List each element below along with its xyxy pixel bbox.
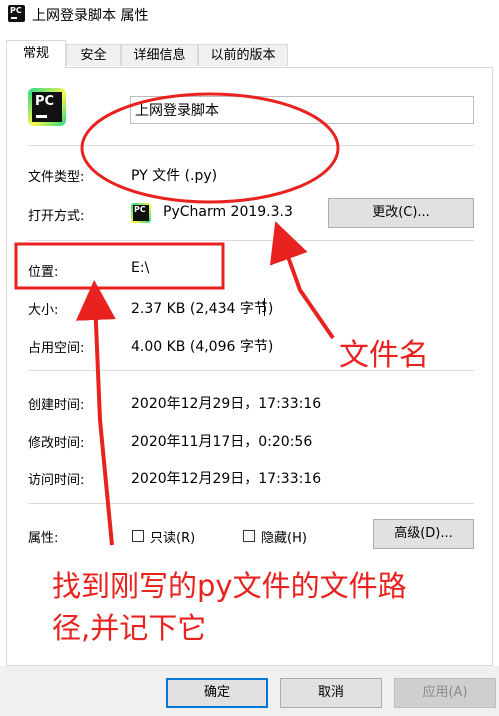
location-value: E:\ [131,260,150,276]
path-annotation-line1: 找到刚写的py文件的文件路 [52,569,407,603]
cancel-button[interactable]: 取消 [280,678,382,708]
tab-security[interactable]: 安全 [66,44,121,66]
created-label: 创建时间: [28,398,85,413]
size-on-disk-value: 4.00 KB (4,096 字节) [131,339,274,355]
size-label: 大小: [28,303,59,318]
file-type-label: 文件类型: [28,170,85,185]
file-type-icon-bar [36,115,47,118]
pycharm-small-icon-text: PC [134,205,146,214]
tab-general[interactable]: 常规 [6,40,66,68]
open-with-value: PyCharm 2019.3.3 [163,204,293,220]
pycharm-small-icon-body: PC [133,205,149,221]
pycharm-small-icon: PC [131,203,151,223]
modified-label: 修改时间: [28,436,85,451]
attributes-label: 属性: [28,531,59,546]
apply-button[interactable]: 应用(A) [394,678,496,708]
separator [28,145,474,146]
readonly-label[interactable]: 只读(R) [150,527,195,546]
file-type-icon: PC [28,88,66,126]
created-value: 2020年12月29日，17:33:16 [131,396,322,412]
location-label: 位置: [28,265,59,280]
open-with-label: 打开方式: [28,209,85,224]
file-type-icon-text: PC [35,94,55,109]
hidden-checkbox[interactable] [243,530,255,542]
change-button[interactable]: 更改(C)... [328,198,474,228]
hidden-label[interactable]: 隐藏(H) [261,527,307,546]
ok-button[interactable]: 确定 [166,678,268,708]
separator [28,503,474,504]
text-cursor [264,298,265,316]
window-title: 上网登录脚本 属性 [32,8,149,24]
advanced-button[interactable]: 高级(D)... [373,519,474,549]
pycharm-icon: PC [8,5,25,22]
path-annotation-line2: 径,并记下它 [52,611,207,645]
filename-annotation: 文件名 [339,338,429,373]
separator [28,240,474,241]
modified-value: 2020年11月17日，0:20:56 [131,434,313,450]
title-bar: PC 上网登录脚本 属性 [0,0,499,28]
pycharm-icon-bar [11,17,17,19]
size-value: 2.37 KB (2,434 字节) [131,301,274,317]
tab-previous-versions[interactable]: 以前的版本 [198,44,288,66]
accessed-value: 2020年12月29日，17:33:16 [131,471,322,487]
tab-details[interactable]: 详细信息 [121,44,198,66]
file-name-input[interactable] [130,96,474,124]
size-on-disk-label: 占用空间: [28,341,85,356]
accessed-label: 访问时间: [28,473,85,488]
file-type-value: PY 文件 (.py) [131,168,218,184]
readonly-checkbox[interactable] [132,530,144,542]
file-type-icon-body: PC [32,92,62,122]
pycharm-icon-text: PC [10,6,22,15]
